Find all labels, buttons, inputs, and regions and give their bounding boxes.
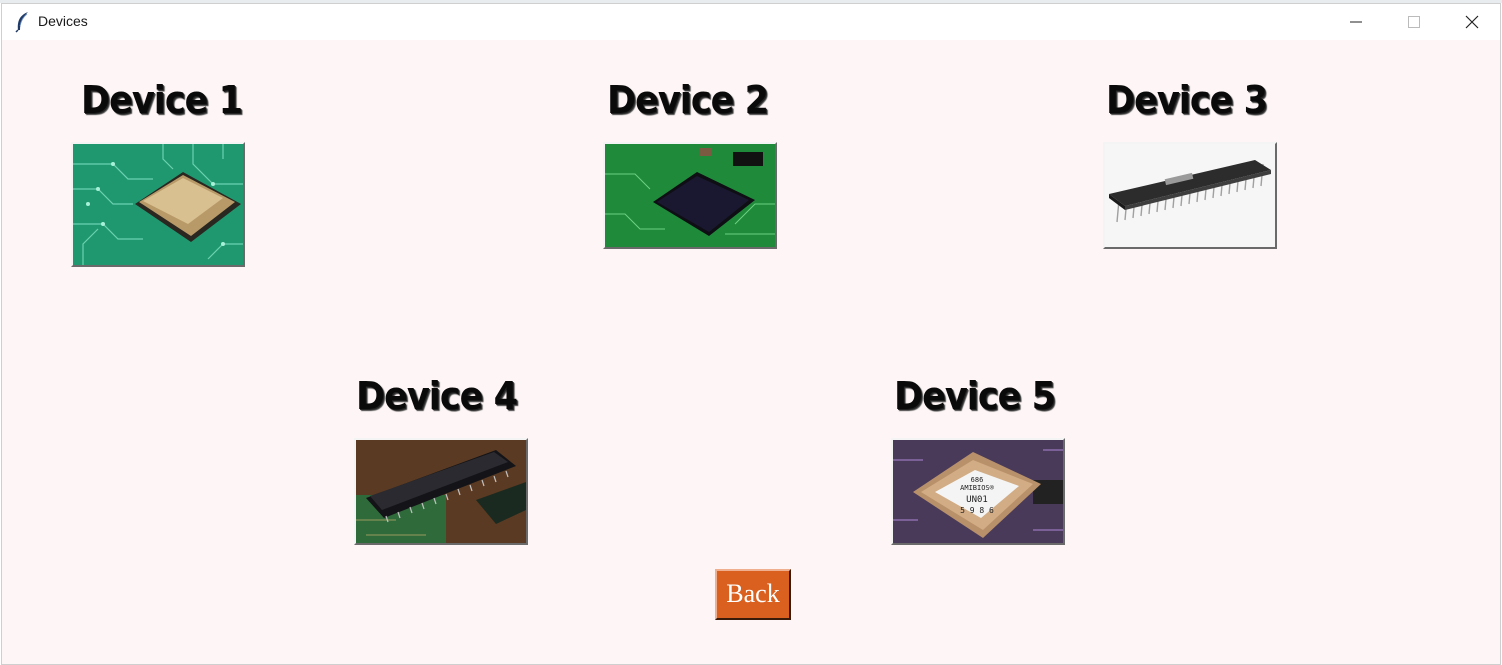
close-button[interactable]	[1443, 4, 1501, 40]
device-1-label: Device 1	[81, 78, 243, 122]
device-5-chip-image: 686 AMIBIOS® UN01 5 9 8 6	[893, 440, 1063, 543]
device-3-button[interactable]	[1103, 142, 1277, 249]
maximize-icon	[1408, 16, 1420, 28]
device-2-button[interactable]	[603, 142, 777, 249]
chip-text-line3: UN01	[966, 495, 988, 505]
back-button[interactable]: Back	[715, 569, 791, 620]
device-5-button[interactable]: 686 AMIBIOS® UN01 5 9 8 6	[891, 438, 1065, 545]
minimize-button[interactable]	[1327, 4, 1385, 40]
device-5-label: Device 5	[894, 374, 1056, 418]
minimize-icon	[1350, 21, 1362, 23]
device-3-label: Device 3	[1106, 78, 1268, 122]
feather-icon	[14, 11, 32, 33]
device-1-chip-image	[73, 144, 243, 265]
chip-text-line2: AMIBIOS®	[960, 484, 995, 492]
device-4-label: Device 4	[356, 374, 518, 418]
device-1-button[interactable]	[71, 142, 245, 267]
device-4-chip-image	[356, 440, 526, 543]
window-title: Devices	[38, 13, 88, 29]
maximize-button[interactable]	[1385, 4, 1443, 40]
chip-text-line1: 686	[971, 476, 984, 484]
devices-window: Devices Device 1 Device 2 Device 3 Devic…	[1, 3, 1501, 665]
devices-content: Device 1 Device 2 Device 3 Device 4 Devi…	[2, 40, 1500, 664]
device-2-chip-image	[605, 144, 775, 247]
device-4-button[interactable]	[354, 438, 528, 545]
device-2-label: Device 2	[607, 78, 769, 122]
device-3-chip-image	[1105, 144, 1275, 247]
close-icon	[1465, 15, 1479, 29]
title-bar[interactable]: Devices	[2, 4, 1500, 40]
chip-text-line4: 5 9 8 6	[960, 506, 994, 515]
